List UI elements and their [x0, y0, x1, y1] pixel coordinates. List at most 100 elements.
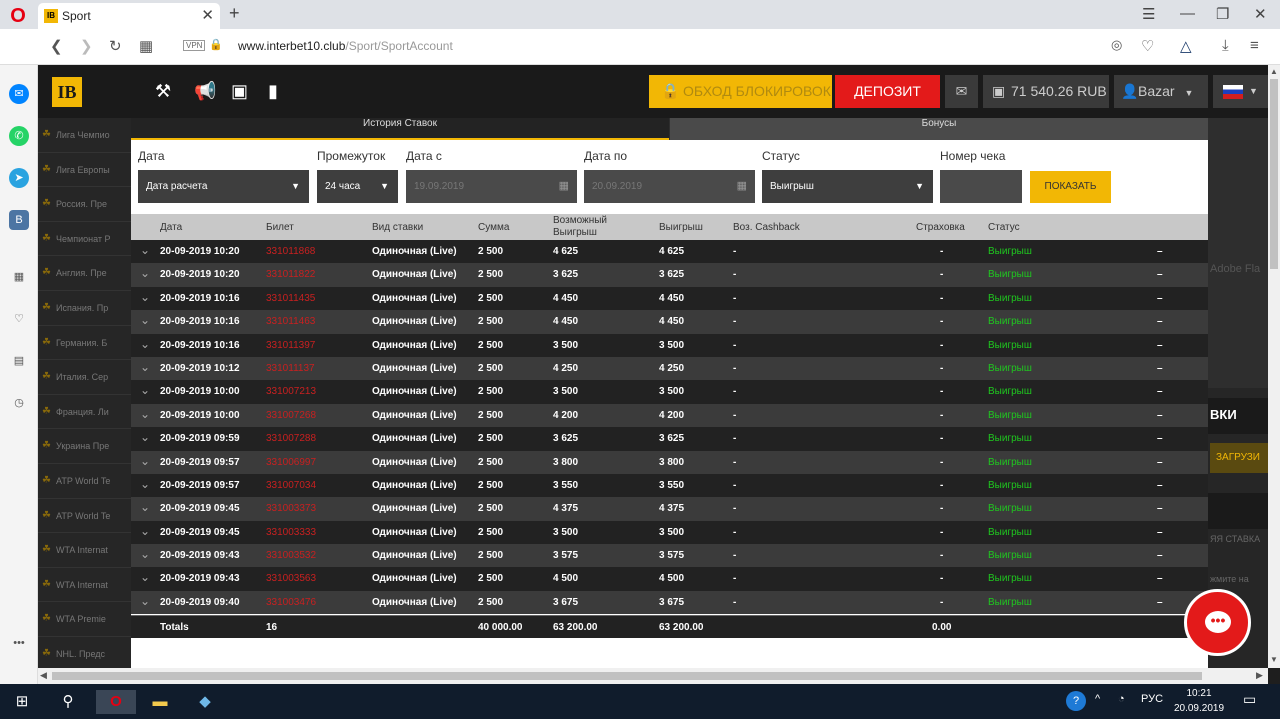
col-win[interactable]: Выигрыш: [659, 222, 703, 233]
expand-chevron-icon[interactable]: ⌄: [140, 337, 150, 351]
league-item[interactable]: Лига Чемпио: [38, 118, 132, 153]
cell-ticket[interactable]: 331003333: [266, 527, 316, 538]
windows-start-icon[interactable]: ⊞: [9, 690, 35, 714]
expand-chevron-icon[interactable]: ⌄: [140, 594, 150, 608]
cell-ticket[interactable]: 331011397: [266, 340, 315, 351]
notepad-icon[interactable]: ◆: [192, 690, 218, 714]
period-select[interactable]: 24 часа ▼: [317, 170, 398, 203]
league-item[interactable]: WTA Internat: [38, 533, 132, 568]
tab-bet-history[interactable]: История Ставок: [131, 118, 669, 140]
col-status[interactable]: Статус: [988, 222, 1020, 233]
league-item[interactable]: Испания. Пр: [38, 291, 132, 326]
bookmarks-icon[interactable]: ♡: [9, 309, 29, 329]
check-number-input[interactable]: [940, 170, 1022, 203]
file-explorer-icon[interactable]: ▬: [147, 690, 173, 714]
table-row[interactable]: ⌄ 20-09-2019 10:12 331011137 Одиночная (Liv…: [131, 356, 1208, 381]
table-row[interactable]: ⌄ 20-09-2019 10:20 331011868 Одиночная (Liv…: [131, 240, 1208, 264]
chat-button[interactable]: •••: [1184, 589, 1251, 656]
date-from-input[interactable]: 19.09.2019 ▦: [406, 170, 577, 203]
site-logo[interactable]: IB: [52, 77, 82, 107]
league-item[interactable]: Чемпионат Р: [38, 222, 132, 257]
expand-chevron-icon[interactable]: ⌄: [140, 430, 150, 444]
tab-bonuses[interactable]: Бонусы: [670, 118, 1208, 140]
snapshot-icon[interactable]: ◎: [1111, 37, 1122, 53]
sports-icon[interactable]: ⚒: [155, 81, 171, 102]
cell-ticket[interactable]: 331003563: [266, 573, 316, 584]
league-item[interactable]: Италия. Сер: [38, 360, 132, 395]
cell-ticket[interactable]: 331011463: [266, 316, 315, 327]
language-selector[interactable]: ▼: [1213, 75, 1268, 108]
speed-dial-sidebar-icon[interactable]: ▦: [9, 267, 29, 287]
table-row[interactable]: ⌄ 20-09-2019 09:40 331003476 Одиночная (Liv…: [131, 590, 1208, 615]
help-icon[interactable]: ?: [1066, 691, 1086, 711]
table-row[interactable]: ⌄ 20-09-2019 09:57 331006997 Одиночная (Liv…: [131, 450, 1208, 474]
flow-icon[interactable]: △: [1180, 37, 1192, 55]
promo-megaphone-icon[interactable]: 📢: [194, 81, 216, 102]
cell-ticket[interactable]: 331011822: [266, 269, 315, 280]
table-row[interactable]: ⌄ 20-09-2019 09:43 331003532 Одиночная (Liv…: [131, 544, 1208, 568]
league-item[interactable]: ATP World Te: [38, 464, 132, 499]
table-row[interactable]: ⌄ 20-09-2019 10:16 331011397 Одиночная (Liv…: [131, 333, 1208, 357]
browser-tab[interactable]: IB Sport ✕: [38, 3, 220, 29]
url-field[interactable]: www.interbet10.club/Sport/SportAccount: [238, 39, 453, 53]
scroll-thumb[interactable]: [52, 672, 1202, 680]
table-row[interactable]: ⌄ 20-09-2019 09:45 331003333 Одиночная (Liv…: [131, 520, 1208, 545]
status-select[interactable]: Выигрыш ▼: [762, 170, 933, 203]
cell-ticket[interactable]: 331007213: [266, 386, 316, 397]
tab-menu-icon[interactable]: ☰: [1142, 5, 1155, 23]
telegram-icon[interactable]: ➤: [9, 168, 29, 188]
col-possible-win[interactable]: Возможный Выигрыш: [553, 215, 625, 239]
tray-expand-icon[interactable]: ^: [1095, 693, 1100, 705]
back-icon[interactable]: ❮: [50, 37, 63, 55]
cell-ticket[interactable]: 331007034: [266, 480, 316, 491]
vertical-scrollbar[interactable]: ▲ ▼: [1268, 65, 1280, 668]
expand-chevron-icon[interactable]: ⌄: [140, 360, 150, 374]
news-icon[interactable]: ▤: [9, 351, 29, 371]
expand-chevron-icon[interactable]: ⌄: [140, 524, 150, 538]
expand-chevron-icon[interactable]: ⌄: [140, 547, 150, 561]
vk-icon[interactable]: В: [9, 210, 29, 230]
league-item[interactable]: Германия. Б: [38, 326, 132, 361]
forward-icon[interactable]: ❯: [80, 37, 93, 55]
mail-icon[interactable]: ✉: [945, 75, 978, 108]
network-icon[interactable]: ◔: [1118, 693, 1125, 705]
vpn-badge[interactable]: VPN: [183, 40, 206, 51]
col-bet-type[interactable]: Вид ставки: [372, 222, 423, 233]
deposit-button[interactable]: ДЕПОЗИТ: [835, 75, 940, 108]
statistics-icon[interactable]: ▮: [268, 81, 278, 102]
date-to-input[interactable]: 20.09.2019 ▦: [584, 170, 755, 203]
table-row[interactable]: ⌄ 20-09-2019 09:45 331003373 Одиночная (Liv…: [131, 497, 1208, 521]
table-row[interactable]: ⌄ 20-09-2019 10:16 331011435 Одиночная (Liv…: [131, 286, 1208, 311]
scroll-right-icon[interactable]: ▶: [1256, 670, 1263, 681]
cell-ticket[interactable]: 331007288: [266, 433, 316, 444]
expand-chevron-icon[interactable]: ⌄: [140, 313, 150, 327]
date-type-select[interactable]: Дата расчета ▼: [138, 170, 309, 203]
new-tab-icon[interactable]: +: [229, 3, 240, 24]
expand-chevron-icon[interactable]: ⌄: [140, 243, 150, 257]
opera-menu-icon[interactable]: O: [6, 4, 30, 28]
user-menu[interactable]: 👤 Bazar ▼: [1114, 75, 1208, 108]
notifications-icon[interactable]: ▭: [1243, 691, 1256, 708]
search-icon[interactable]: ⚲: [55, 690, 81, 714]
bypass-block-button[interactable]: 🔒 ОБХОД БЛОКИРОВОК: [649, 75, 832, 108]
expand-chevron-icon[interactable]: ⌄: [140, 407, 150, 421]
league-item[interactable]: ATP World Te: [38, 499, 132, 534]
show-button[interactable]: ПОКАЗАТЬ: [1030, 171, 1111, 203]
league-item[interactable]: Россия. Пре: [38, 187, 132, 222]
scroll-left-icon[interactable]: ◀: [40, 670, 47, 681]
expand-chevron-icon[interactable]: ⌄: [140, 477, 150, 491]
table-row[interactable]: ⌄ 20-09-2019 10:20 331011822 Одиночная (Liv…: [131, 263, 1208, 287]
scroll-up-icon[interactable]: ▲: [1270, 67, 1278, 76]
easy-setup-icon[interactable]: ≡: [1250, 37, 1259, 54]
table-row[interactable]: ⌄ 20-09-2019 09:57 331007034 Одиночная (Liv…: [131, 473, 1208, 498]
opera-taskbar-icon[interactable]: O: [96, 690, 136, 714]
minimize-icon[interactable]: —: [1180, 5, 1195, 22]
league-item[interactable]: WTA Internat: [38, 568, 132, 603]
col-cashback[interactable]: Воз. Cashback: [733, 222, 800, 233]
league-item[interactable]: Англия. Пре: [38, 256, 132, 291]
league-item[interactable]: WTA Premie: [38, 602, 132, 637]
table-row[interactable]: ⌄ 20-09-2019 09:43 331003563 Одиночная (Liv…: [131, 567, 1208, 591]
league-item[interactable]: Лига Европы: [38, 153, 132, 188]
col-insurance[interactable]: Страховка: [916, 222, 965, 233]
balance-display[interactable]: ▣ 71 540.26 RUB: [983, 75, 1109, 108]
